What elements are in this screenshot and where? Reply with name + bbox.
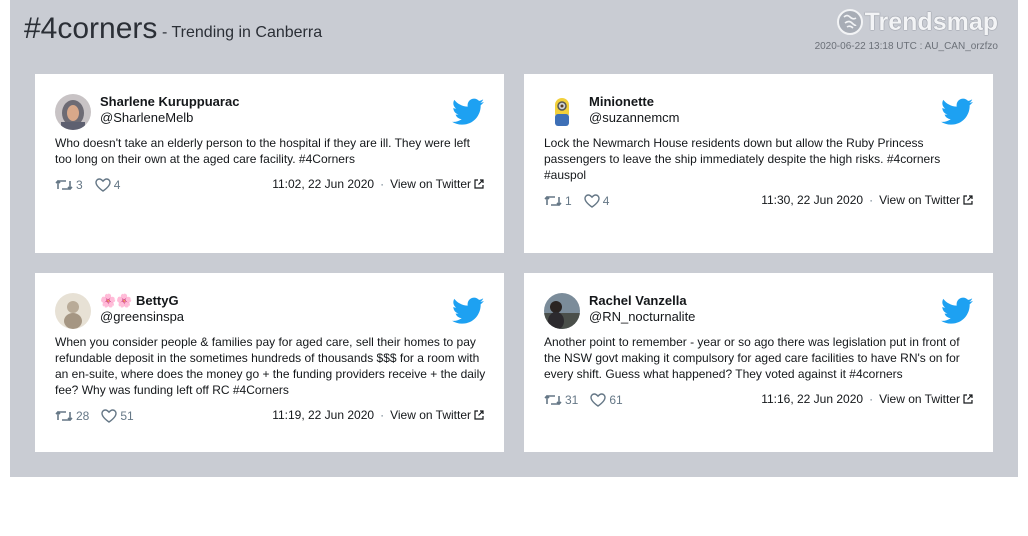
tweet-actions: 28 51 xyxy=(55,409,146,423)
tweet-card: Rachel Vanzella @RN_nocturnalite Another… xyxy=(524,273,993,452)
retweet-count: 31 xyxy=(565,393,579,407)
tweet-author-handle[interactable]: @RN_nocturnalite xyxy=(589,309,695,324)
page-subtitle: - Trending in Canberra xyxy=(162,24,323,41)
like-count: 4 xyxy=(113,178,121,192)
avatar[interactable] xyxy=(544,293,580,329)
twitter-bird-icon[interactable] xyxy=(452,297,484,325)
retweet-button[interactable]: 28 xyxy=(55,409,89,423)
separator-dot: · xyxy=(869,193,874,207)
twitter-bird-icon[interactable] xyxy=(941,98,973,126)
tweet-actions: 31 61 xyxy=(544,393,635,407)
like-count: 61 xyxy=(609,393,623,407)
heart-icon xyxy=(94,178,111,192)
trendsmap-logo-icon xyxy=(836,9,863,35)
like-button[interactable]: 4 xyxy=(94,178,121,192)
tweet-author-handle[interactable]: @SharleneMelb xyxy=(100,110,193,125)
tweet-time[interactable]: 11:19, 22 Jun 2020 xyxy=(272,408,374,422)
heart-icon xyxy=(590,393,607,407)
tweet-actions: 1 4 xyxy=(544,194,621,208)
tweet-card: Minionette @suzannemcm Lock the Newmarch… xyxy=(524,74,993,253)
tweet-footer: 11:30, 22 Jun 2020 · View on Twitter xyxy=(761,193,973,207)
retweet-icon xyxy=(55,410,73,422)
tweet-text: Another point to remember - year or so a… xyxy=(544,335,960,381)
retweet-icon xyxy=(544,394,562,406)
retweet-button[interactable]: 1 xyxy=(544,194,572,208)
like-button[interactable]: 61 xyxy=(590,393,623,407)
external-link-icon[interactable] xyxy=(474,410,484,420)
heart-icon xyxy=(101,409,118,423)
tweet-time[interactable]: 11:02, 22 Jun 2020 xyxy=(272,177,374,191)
avatar[interactable] xyxy=(55,94,91,130)
heart-icon xyxy=(583,194,600,208)
tweet-text: Lock the Newmarch House residents down b… xyxy=(544,136,941,182)
like-button[interactable]: 51 xyxy=(101,409,134,423)
twitter-bird-icon[interactable] xyxy=(941,297,973,325)
retweet-count: 28 xyxy=(76,409,90,423)
tweet-text: Who doesn't take an elderly person to th… xyxy=(55,136,470,166)
like-button[interactable]: 4 xyxy=(583,194,610,208)
avatar[interactable] xyxy=(544,94,580,130)
tweet-text: When you consider people & families pay … xyxy=(55,335,486,397)
tweet-author-name[interactable]: Sharlene Kuruppuarac xyxy=(100,94,239,109)
view-on-twitter-link[interactable]: View on Twitter xyxy=(390,177,471,191)
trendsmap-logo[interactable]: Trendsmap xyxy=(836,6,998,38)
view-on-twitter-link[interactable]: View on Twitter xyxy=(390,408,471,422)
tweet-author-name[interactable]: Minionette xyxy=(589,94,654,109)
tweet-author-name[interactable]: Rachel Vanzella xyxy=(589,293,687,308)
retweet-count: 3 xyxy=(76,178,83,192)
retweet-button[interactable]: 3 xyxy=(55,178,83,192)
tweet-footer: 11:16, 22 Jun 2020 · View on Twitter xyxy=(761,392,973,406)
twitter-bird-icon[interactable] xyxy=(452,98,484,126)
trendsmap-logo-text: Trendsmap xyxy=(864,7,998,36)
retweet-button[interactable]: 31 xyxy=(544,393,578,407)
view-on-twitter-link[interactable]: View on Twitter xyxy=(879,392,960,406)
external-link-icon[interactable] xyxy=(474,179,484,189)
tweet-footer: 11:19, 22 Jun 2020 · View on Twitter xyxy=(272,408,484,422)
like-count: 4 xyxy=(602,194,610,208)
tweet-time[interactable]: 11:16, 22 Jun 2020 xyxy=(761,392,863,406)
retweet-icon xyxy=(544,195,562,207)
view-on-twitter-link[interactable]: View on Twitter xyxy=(879,193,960,207)
tweet-footer: 11:02, 22 Jun 2020 · View on Twitter xyxy=(272,177,484,191)
retweet-icon xyxy=(55,179,73,191)
tweet-card: Sharlene Kuruppuarac @SharleneMelb Who d… xyxy=(35,74,504,253)
external-link-icon[interactable] xyxy=(963,195,973,205)
separator-dot: · xyxy=(380,177,385,191)
page-title: #4corners xyxy=(24,12,158,45)
external-link-icon[interactable] xyxy=(963,394,973,404)
separator-dot: · xyxy=(380,408,385,422)
tweet-author-handle[interactable]: @suzannemcm xyxy=(589,110,680,125)
like-count: 51 xyxy=(120,409,134,423)
tweet-author-name[interactable]: 🌸🌸 BettyG xyxy=(100,293,179,309)
tweet-time[interactable]: 11:30, 22 Jun 2020 xyxy=(761,193,863,207)
tweet-card: 🌸🌸 BettyG @greensinspa When you consider… xyxy=(35,273,504,452)
tweet-actions: 3 4 xyxy=(55,178,132,192)
tweet-author-handle[interactable]: @greensinspa xyxy=(100,309,184,324)
avatar[interactable] xyxy=(55,293,91,329)
separator-dot: · xyxy=(869,392,874,406)
retweet-count: 1 xyxy=(565,194,572,208)
timestamp-location: 2020-06-22 13:18 UTC : AU_CAN_orzfzo xyxy=(814,41,998,52)
trend-panel: #4corners - Trending in Canberra Trendsm… xyxy=(10,0,1018,477)
